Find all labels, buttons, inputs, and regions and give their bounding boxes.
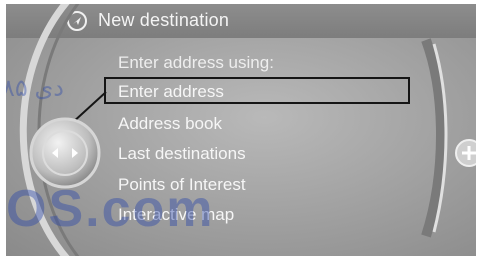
idrive-screen: New destination Enter address using: Ent…	[6, 4, 476, 256]
menu-item-enter-address[interactable]: Enter address	[118, 82, 224, 102]
menu-item-last-destinations[interactable]: Last destinations	[118, 144, 246, 164]
page-title: New destination	[98, 10, 230, 30]
menu-item-address-book[interactable]: Address book	[118, 114, 222, 134]
scroll-arc[interactable]	[406, 4, 476, 256]
menu-heading: Enter address using:	[118, 53, 274, 72]
plus-icon[interactable]	[454, 138, 476, 168]
watermark-text: OS.com	[6, 180, 215, 238]
navigation-icon	[67, 11, 87, 31]
watermark-arabic-text: ۸۵ دی	[6, 75, 64, 102]
header-bar: New destination	[6, 4, 476, 38]
